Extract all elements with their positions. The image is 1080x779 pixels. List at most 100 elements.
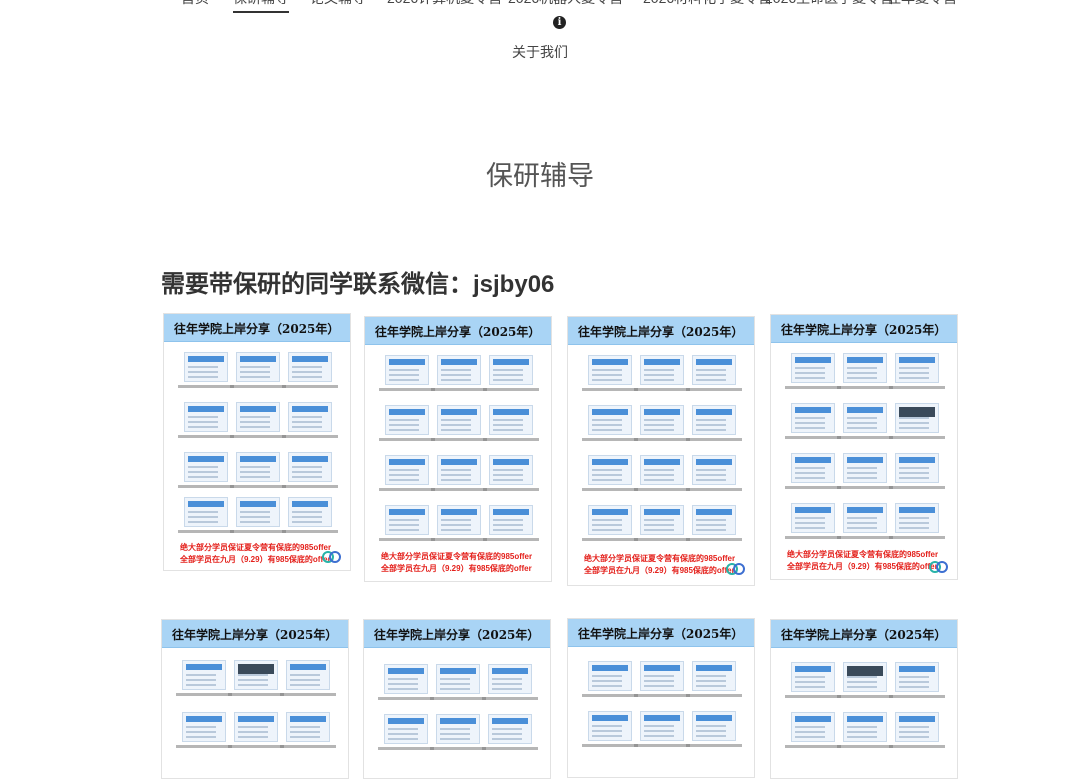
success-card-4[interactable]: 往年学院上岸分享（2025年） 绝大部分学员保证夏令营有保底的985offer … — [770, 314, 958, 580]
admission-screenshot — [843, 712, 887, 742]
card-header: 往年学院上岸分享（2025年） — [162, 620, 348, 648]
admission-screenshot — [385, 405, 429, 435]
card-header: 往年学院上岸分享（2025年） — [365, 317, 551, 345]
card-header: 往年学院上岸分享（2025年） — [164, 314, 350, 342]
admission-screenshot — [236, 352, 280, 382]
nav-item-about[interactable]: 关于我们 — [0, 42, 1080, 62]
admission-screenshot — [895, 353, 939, 383]
admission-screenshot — [692, 505, 736, 535]
success-card-8[interactable]: 往年学院上岸分享（2025年） — [770, 619, 958, 779]
admission-screenshot — [488, 714, 532, 744]
admission-screenshot — [184, 352, 228, 382]
admission-screenshot — [437, 355, 481, 385]
admission-screenshot — [588, 355, 632, 385]
admission-screenshot — [288, 497, 332, 527]
admission-screenshot — [791, 453, 835, 483]
nav-item-cs-camp[interactable]: 2026计算机夏令营 — [387, 0, 502, 8]
admission-screenshot — [588, 661, 632, 691]
nav-item-paper[interactable]: 论文辅导 — [310, 0, 366, 8]
nav-item-bio-camp[interactable]: 2026生命医学夏令营 — [765, 0, 894, 8]
admission-screenshot — [692, 661, 736, 691]
card-footer-note: 全部学员在九月（9.29）有985保底的offer — [381, 564, 532, 573]
page-title: 保研辅导 — [486, 161, 594, 191]
admission-screenshot — [184, 452, 228, 482]
success-card-7[interactable]: 往年学院上岸分享（2025年） — [567, 618, 755, 778]
admission-screenshot — [384, 714, 428, 744]
admission-screenshot — [692, 455, 736, 485]
admission-screenshot — [843, 403, 887, 433]
admission-screenshot — [895, 712, 939, 742]
card-header: 往年学院上岸分享（2025年） — [771, 315, 957, 343]
admission-screenshot — [640, 711, 684, 741]
admission-screenshot — [791, 403, 835, 433]
admission-screenshot — [588, 505, 632, 535]
admission-screenshot — [236, 402, 280, 432]
admission-screenshot — [236, 497, 280, 527]
brand-logo-icon — [322, 549, 342, 565]
admission-screenshot — [384, 664, 428, 694]
card-footer-note: 绝大部分学员保证夏令营有保底的985offer — [787, 550, 939, 559]
info-icon[interactable]: i — [553, 16, 566, 29]
nav-item-home[interactable]: 首页 — [181, 0, 209, 8]
admission-screenshot — [488, 664, 532, 694]
admission-screenshot — [588, 711, 632, 741]
admission-screenshot — [436, 714, 480, 744]
admission-screenshot — [843, 662, 887, 692]
card-footer-note: 绝大部分学员保证夏令营有保底的985offer — [180, 543, 332, 552]
admission-screenshot — [437, 505, 481, 535]
admission-screenshot — [288, 352, 332, 382]
admission-screenshot — [288, 402, 332, 432]
success-card-6[interactable]: 往年学院上岸分享（2025年） — [363, 619, 551, 779]
admission-screenshot — [640, 661, 684, 691]
admission-screenshot — [791, 503, 835, 533]
admission-screenshot — [692, 355, 736, 385]
admission-screenshot — [288, 452, 332, 482]
admission-screenshot — [436, 664, 480, 694]
card-footer-note: 全部学员在九月（9.29）有985保底的offer — [584, 566, 735, 575]
nav-item-baoyan[interactable]: 保研辅导 — [233, 0, 289, 13]
admission-screenshot — [385, 505, 429, 535]
card-header: 往年学院上岸分享（2025年） — [568, 619, 754, 647]
brand-logo-icon — [726, 561, 746, 577]
admission-screenshot — [489, 355, 533, 385]
brand-logo-icon — [929, 559, 949, 575]
nav-item-robot-camp[interactable]: 2026机器人夏令营 — [508, 0, 623, 8]
admission-screenshot — [489, 405, 533, 435]
admission-screenshot — [489, 455, 533, 485]
admission-screenshot — [692, 711, 736, 741]
nav-item-material-camp[interactable]: 2026材料化学夏令营 — [643, 0, 772, 8]
admission-screenshot — [640, 405, 684, 435]
admission-screenshot — [895, 453, 939, 483]
admission-screenshot — [843, 353, 887, 383]
admission-screenshot — [385, 455, 429, 485]
admission-screenshot — [640, 455, 684, 485]
admission-screenshot — [791, 712, 835, 742]
admission-screenshot — [692, 405, 736, 435]
admission-screenshot — [895, 403, 939, 433]
card-footer-note: 绝大部分学员保证夏令营有保底的985offer — [584, 554, 736, 563]
success-card-5[interactable]: 往年学院上岸分享（2025年） — [161, 619, 349, 779]
card-footer-note: 全部学员在九月（9.29）有985保底的offer — [787, 562, 938, 571]
success-card-1[interactable]: 往年学院上岸分享（2025年） 绝大部分学员保证夏令营有保底的985offer … — [163, 313, 351, 571]
admission-screenshot — [437, 455, 481, 485]
admission-screenshot — [588, 455, 632, 485]
success-card-2[interactable]: 往年学院上岸分享（2025年） 绝大部分学员保证夏令营有保底的985offer … — [364, 316, 552, 582]
admission-screenshot — [184, 402, 228, 432]
admission-screenshot — [286, 712, 330, 742]
admission-screenshot — [843, 503, 887, 533]
admission-screenshot — [895, 662, 939, 692]
success-card-3[interactable]: 往年学院上岸分享（2025年） 绝大部分学员保证夏令营有保底的985offer … — [567, 316, 755, 586]
admission-screenshot — [234, 660, 278, 690]
admission-screenshot — [588, 405, 632, 435]
admission-screenshot — [286, 660, 330, 690]
card-footer-note: 全部学员在九月（9.29）有985保底的offer — [180, 555, 331, 564]
admission-screenshot — [184, 497, 228, 527]
card-header: 往年学院上岸分享（2025年） — [771, 620, 957, 648]
admission-screenshot — [234, 712, 278, 742]
admission-screenshot — [182, 660, 226, 690]
admission-screenshot — [843, 453, 887, 483]
admission-screenshot — [437, 405, 481, 435]
card-footer-note: 绝大部分学员保证夏令营有保底的985offer — [381, 552, 533, 561]
nav-item-past-camp[interactable]: 往年夏令营 — [887, 0, 957, 8]
top-nav: 首页 保研辅导 论文辅导 2026计算机夏令营 2026机器人夏令营 2026材… — [0, 0, 1080, 13]
